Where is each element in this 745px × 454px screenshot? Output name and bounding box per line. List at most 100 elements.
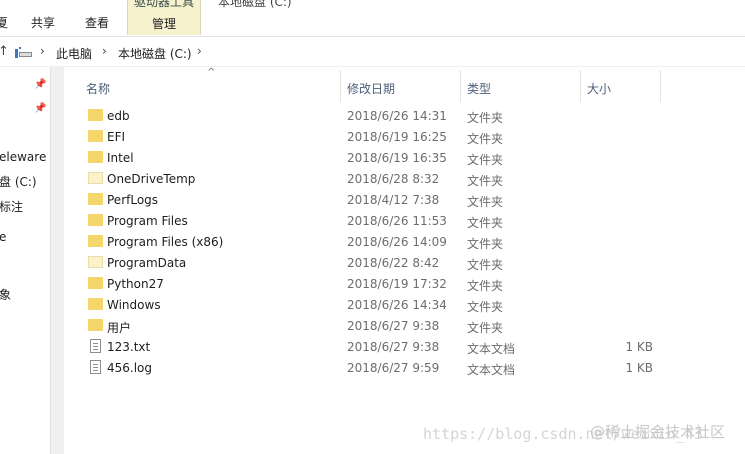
breadcrumb-chevron-icon[interactable]: › — [40, 44, 45, 58]
file-name: ProgramData — [107, 256, 187, 270]
file-type: 文件夹 — [467, 300, 504, 314]
file-row[interactable]: ProgramData 2018/6/22 8:42 文件夹 — [64, 252, 745, 273]
file-name: 用户 — [107, 321, 132, 335]
file-modified-date: 2018/6/27 9:59 — [347, 361, 440, 375]
column-header-name[interactable]: 名称 — [86, 80, 110, 97]
file-row[interactable]: Windows 2018/6/26 14:34 文件夹 — [64, 294, 745, 315]
folder-icon — [88, 109, 103, 121]
text-file-icon — [90, 339, 101, 353]
file-name: PerfLogs — [107, 193, 159, 207]
file-type: 文件夹 — [467, 195, 504, 209]
this-pc-icon — [15, 47, 32, 58]
file-modified-date: 2018/6/22 8:42 — [347, 256, 440, 270]
file-modified-date: 2018/6/26 14:34 — [347, 298, 447, 312]
file-name: Program Files — [107, 214, 188, 228]
column-header-type[interactable]: 类型 — [467, 80, 491, 97]
file-modified-date: 2018/6/26 11:53 — [347, 214, 447, 228]
file-row[interactable]: Python27 2018/6/19 17:32 文件夹 — [64, 273, 745, 294]
file-type: 文件夹 — [467, 153, 504, 167]
file-name: EFI — [107, 130, 126, 144]
folder-icon — [88, 214, 103, 226]
file-size: 1 KB — [625, 361, 653, 375]
drive-tools-label: 驱动器工具 — [133, 0, 194, 9]
column-header-size[interactable]: 大小 — [587, 80, 611, 97]
folder-icon — [88, 319, 103, 331]
file-name: Program Files (x86) — [107, 235, 224, 249]
breadcrumb-local-disk[interactable]: 本地磁盘 (C:) — [118, 45, 192, 62]
file-name: edb — [107, 109, 130, 123]
folder-icon — [88, 277, 103, 289]
column-divider[interactable] — [580, 70, 581, 102]
drive-tools-context-tab[interactable]: 驱动器工具 管理 — [127, 0, 201, 35]
breadcrumb-chevron-icon[interactable]: › — [197, 44, 202, 58]
file-list: edb 2018/6/26 14:31 文件夹 EFI 2018/6/19 16:25 文… — [64, 105, 745, 378]
pin-icon[interactable]: 📌 — [34, 103, 46, 114]
column-header-date[interactable]: 修改日期 — [347, 80, 395, 97]
tab-manage[interactable]: 管理 — [128, 15, 200, 32]
file-name: 456.log — [107, 361, 153, 375]
breadcrumb-this-pc[interactable]: 此电脑 — [56, 45, 92, 62]
window-title: 本地磁盘 (C:) — [218, 0, 292, 9]
file-type: 文件夹 — [467, 132, 504, 146]
file-name: OneDriveTemp — [107, 172, 196, 186]
nav-item[interactable]: 象 — [0, 286, 11, 303]
file-modified-date: 2018/6/27 9:38 — [347, 340, 440, 354]
file-name: Python27 — [107, 277, 164, 291]
file-row[interactable]: 用户 2018/6/27 9:38 文件夹 — [64, 315, 745, 336]
nav-item[interactable]: e — [0, 230, 6, 244]
text-file-icon — [90, 360, 101, 374]
file-modified-date: 2018/4/12 7:38 — [347, 193, 440, 207]
address-divider — [0, 66, 745, 67]
tab-share[interactable]: 共享 — [31, 14, 55, 31]
folder-icon — [88, 193, 103, 205]
file-name: 123.txt — [107, 340, 151, 354]
file-row[interactable]: OneDriveTemp 2018/6/28 8:32 文件夹 — [64, 168, 745, 189]
file-row[interactable]: PerfLogs 2018/4/12 7:38 文件夹 — [64, 189, 745, 210]
up-arrow-icon[interactable]: ↑ — [0, 44, 9, 59]
file-modified-date: 2018/6/19 17:32 — [347, 277, 447, 291]
file-type: 文本文档 — [467, 342, 516, 356]
pin-icon[interactable]: 📌 — [34, 79, 46, 90]
file-modified-date: 2018/6/28 8:32 — [347, 172, 440, 186]
nav-scrollbar[interactable] — [51, 67, 64, 454]
nav-item[interactable]: 标注 — [0, 198, 23, 215]
file-type: 文件夹 — [467, 111, 504, 125]
file-row[interactable]: Program Files 2018/6/26 11:53 文件夹 — [64, 210, 745, 231]
column-divider[interactable] — [660, 70, 661, 102]
folder-icon — [88, 151, 103, 163]
sort-ascending-icon: ^ — [207, 67, 216, 78]
file-modified-date: 2018/6/26 14:31 — [347, 109, 447, 123]
file-row[interactable]: 456.log 2018/6/27 9:59 文本文档 1 KB — [64, 357, 745, 378]
file-row[interactable]: Program Files (x86) 2018/6/26 14:09 文件夹 — [64, 231, 745, 252]
tab-file[interactable]: 夏 — [0, 14, 8, 31]
file-name: Windows — [107, 298, 161, 312]
file-modified-date: 2018/6/19 16:25 — [347, 130, 447, 144]
file-modified-date: 2018/6/26 14:09 — [347, 235, 447, 249]
folder-icon — [88, 235, 103, 247]
file-modified-date: 2018/6/19 16:35 — [347, 151, 447, 165]
breadcrumb-chevron-icon[interactable]: › — [102, 44, 107, 58]
tab-view[interactable]: 查看 — [85, 14, 109, 31]
column-header-row: ^ 名称 修改日期 类型 大小 — [64, 67, 745, 102]
file-type: 文本文档 — [467, 363, 516, 377]
watermark-brand: @稀土掘金技术社区 — [590, 423, 726, 441]
folder-icon — [88, 130, 103, 142]
folder-icon — [88, 298, 103, 310]
ribbon: 夏 共享 查看 驱动器工具 管理 本地磁盘 (C:) — [0, 0, 745, 36]
navigation-pane: 📌 📌 eleware D 盘 (C:) 标注 e 象 — [0, 67, 59, 454]
file-row[interactable]: EFI 2018/6/19 16:25 文件夹 — [64, 126, 745, 147]
file-size: 1 KB — [625, 340, 653, 354]
file-type: 文件夹 — [467, 174, 504, 188]
file-type: 文件夹 — [467, 321, 504, 335]
file-row[interactable]: Intel 2018/6/19 16:35 文件夹 — [64, 147, 745, 168]
file-type: 文件夹 — [467, 258, 504, 272]
file-row[interactable]: 123.txt 2018/6/27 9:38 文本文档 1 KB — [64, 336, 745, 357]
file-type: 文件夹 — [467, 237, 504, 251]
address-bar[interactable]: ↑ › 此电脑 › 本地磁盘 (C:) › — [0, 41, 745, 65]
nav-item-local-disk[interactable]: 盘 (C:) — [0, 173, 37, 190]
file-row[interactable]: edb 2018/6/26 14:31 文件夹 — [64, 105, 745, 126]
column-divider[interactable] — [340, 70, 341, 102]
file-type: 文件夹 — [467, 279, 504, 293]
file-type: 文件夹 — [467, 216, 504, 230]
column-divider[interactable] — [460, 70, 461, 102]
